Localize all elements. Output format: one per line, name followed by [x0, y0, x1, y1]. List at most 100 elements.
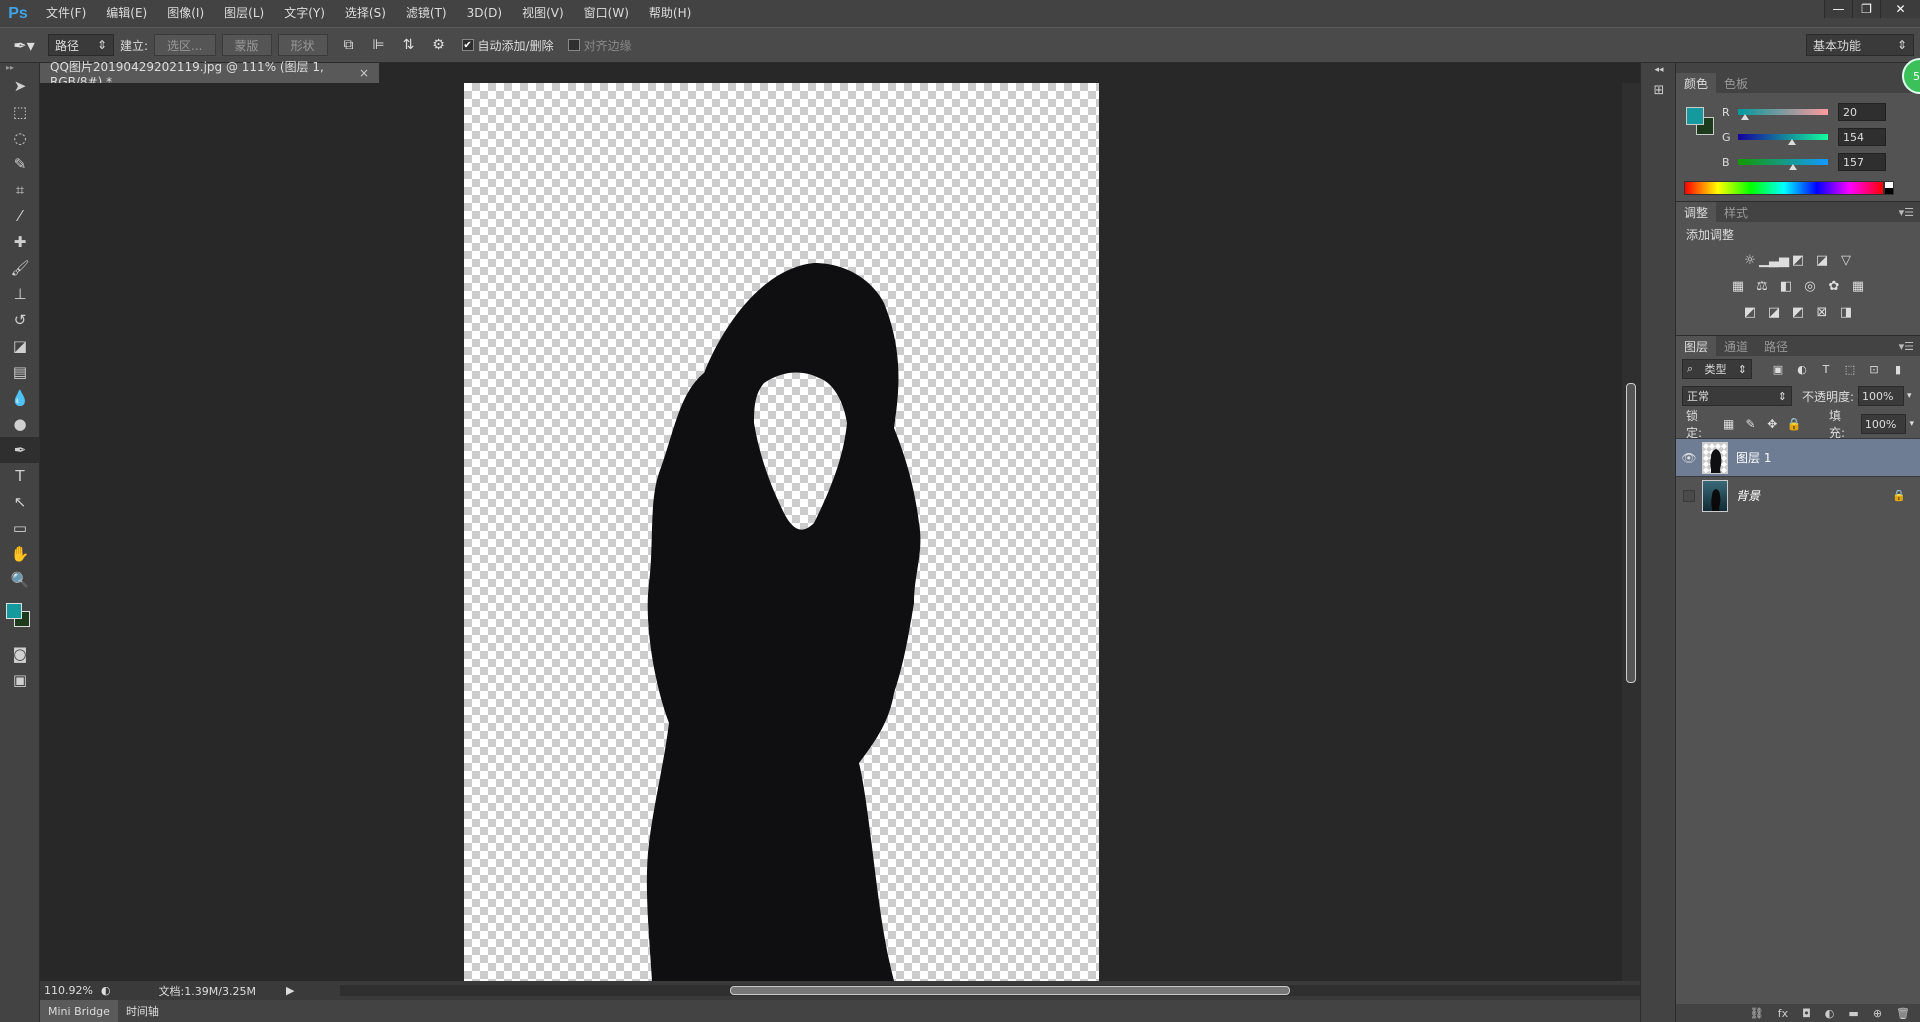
- tab-adjustments[interactable]: 调整: [1676, 202, 1717, 222]
- color-spectrum-bar[interactable]: [1684, 181, 1884, 195]
- close-button[interactable]: ✕: [1880, 0, 1920, 18]
- curves-icon[interactable]: ◩: [1786, 250, 1810, 270]
- menu-help[interactable]: 帮助(H): [639, 0, 701, 27]
- marquee-tool-icon[interactable]: ⬚: [0, 99, 40, 125]
- eraser-tool-icon[interactable]: ◪: [0, 333, 40, 359]
- filter-pixel-icon[interactable]: ▣: [1766, 363, 1790, 376]
- red-slider-knob[interactable]: [1741, 114, 1750, 120]
- vibrance-icon[interactable]: ▽: [1834, 250, 1858, 270]
- photo-filter-icon[interactable]: ◎: [1798, 276, 1822, 296]
- history-brush-tool-icon[interactable]: ↺: [0, 307, 40, 333]
- tab-swatches[interactable]: 色板: [1716, 73, 1756, 93]
- brush-tool-icon[interactable]: 🖌: [0, 255, 40, 281]
- status-menu-arrow-icon[interactable]: ▶: [286, 984, 294, 997]
- new-layer-icon[interactable]: ⊕: [1873, 1007, 1882, 1020]
- type-tool-icon[interactable]: T: [0, 463, 40, 489]
- lasso-tool-icon[interactable]: ◌: [0, 125, 40, 151]
- filter-type-icon[interactable]: T: [1814, 363, 1838, 376]
- panel-foreground-swatch[interactable]: [1686, 107, 1704, 125]
- menu-type[interactable]: 文字(Y): [274, 0, 335, 27]
- posterize-icon[interactable]: ◪: [1762, 302, 1786, 322]
- hand-tool-icon[interactable]: ✋: [0, 541, 40, 567]
- blue-slider-knob[interactable]: [1789, 164, 1798, 170]
- crop-tool-icon[interactable]: ⌗: [0, 177, 40, 203]
- clone-stamp-tool-icon[interactable]: ⊥: [0, 281, 40, 307]
- visibility-eye-icon[interactable]: 👁: [1676, 451, 1702, 465]
- red-value-input[interactable]: 20: [1838, 103, 1886, 121]
- new-group-icon[interactable]: ▬: [1848, 1007, 1858, 1020]
- make-selection-button[interactable]: 选区...: [154, 34, 216, 56]
- blend-mode-select[interactable]: 正常 ⇕: [1682, 386, 1792, 406]
- status-info-icon[interactable]: ◐: [93, 984, 119, 997]
- mini-bridge-tab[interactable]: Mini Bridge: [40, 1000, 118, 1022]
- quick-selection-tool-icon[interactable]: ✎: [0, 151, 40, 177]
- filter-shape-icon[interactable]: ⬚: [1838, 363, 1862, 376]
- green-value-input[interactable]: 154: [1838, 128, 1886, 146]
- minimize-button[interactable]: —: [1824, 0, 1852, 18]
- filter-adjustment-icon[interactable]: ◐: [1790, 363, 1814, 376]
- path-alignment-icon[interactable]: ⊫: [364, 37, 394, 53]
- levels-icon[interactable]: ▁▃▅: [1759, 250, 1789, 270]
- path-operations-icon[interactable]: ⧉: [334, 37, 364, 53]
- path-arrangement-icon[interactable]: ⇅: [394, 37, 424, 53]
- canvas-area[interactable]: [40, 83, 1640, 981]
- menu-layer[interactable]: 图层(L): [214, 0, 274, 27]
- visibility-toggle[interactable]: [1676, 489, 1702, 502]
- panel-menu-icon[interactable]: ▾☰: [1899, 340, 1920, 353]
- close-tab-icon[interactable]: ×: [359, 66, 369, 80]
- gear-icon[interactable]: ⚙: [424, 37, 454, 53]
- layer-name[interactable]: 图层 1: [1736, 449, 1771, 466]
- eyedropper-tool-icon[interactable]: ⁄: [0, 203, 40, 229]
- black-white-swatch[interactable]: [1884, 181, 1894, 195]
- auto-add-delete-checkbox[interactable]: ✔ 自动添加/删除: [461, 37, 554, 54]
- zoom-tool-icon[interactable]: 🔍: [0, 567, 40, 593]
- add-mask-icon[interactable]: ◘: [1802, 1007, 1811, 1020]
- horizontal-scroll-thumb[interactable]: [730, 986, 1290, 995]
- lock-pixels-icon[interactable]: ✎: [1740, 417, 1762, 431]
- channel-mixer-icon[interactable]: ✿: [1822, 276, 1846, 296]
- blue-slider[interactable]: [1738, 159, 1828, 170]
- hue-saturation-icon[interactable]: ▦: [1726, 276, 1750, 296]
- make-shape-button[interactable]: 形状: [277, 34, 328, 56]
- layer-style-icon[interactable]: fx: [1778, 1007, 1788, 1020]
- workspace-select[interactable]: 基本功能 ⇕: [1806, 34, 1914, 56]
- green-slider[interactable]: [1738, 134, 1828, 145]
- healing-brush-tool-icon[interactable]: ✚: [0, 229, 40, 255]
- exposure-icon[interactable]: ◪: [1810, 250, 1834, 270]
- lock-transparent-icon[interactable]: ▦: [1718, 417, 1740, 431]
- tab-layers[interactable]: 图层: [1676, 336, 1717, 356]
- restore-button[interactable]: ❐: [1852, 0, 1880, 18]
- document-canvas[interactable]: [464, 83, 1099, 981]
- make-mask-button[interactable]: 蒙版: [221, 34, 272, 56]
- menu-3d[interactable]: 3D(D): [457, 0, 512, 27]
- panel-grip-icon[interactable]: ▸▸: [0, 63, 39, 73]
- pen-mode-select[interactable]: 路径 ⇕: [48, 34, 114, 56]
- screen-mode-icon[interactable]: ▣: [0, 667, 40, 693]
- fill-input[interactable]: 100%: [1860, 414, 1907, 434]
- dodge-tool-icon[interactable]: ●: [0, 411, 40, 437]
- menu-select[interactable]: 选择(S): [335, 0, 396, 27]
- menu-file[interactable]: 文件(F): [36, 0, 96, 27]
- tab-paths[interactable]: 路径: [1756, 336, 1796, 356]
- document-tab[interactable]: QQ图片20190429202119.jpg @ 111% (图层 1, RGB…: [40, 60, 380, 89]
- collapse-icon[interactable]: ◂◂: [1641, 63, 1677, 77]
- blur-tool-icon[interactable]: 💧: [0, 385, 40, 411]
- move-tool-icon[interactable]: ➤: [0, 73, 40, 99]
- tab-styles[interactable]: 样式: [1716, 202, 1756, 222]
- color-swatches[interactable]: [0, 593, 40, 641]
- link-layers-icon[interactable]: ⛓: [1750, 1007, 1764, 1020]
- filter-smart-object-icon[interactable]: ⊡: [1862, 363, 1886, 376]
- color-balance-icon[interactable]: ⚖: [1750, 276, 1774, 296]
- selective-color-icon[interactable]: ⊠: [1810, 302, 1834, 322]
- threshold-icon[interactable]: ◩: [1786, 302, 1810, 322]
- horizontal-scrollbar[interactable]: [340, 985, 1650, 996]
- tab-color[interactable]: 颜色: [1676, 73, 1717, 93]
- pen-tool-preset-icon[interactable]: ✒▾: [0, 36, 48, 55]
- quick-mask-icon[interactable]: ◙: [0, 641, 40, 667]
- panel-menu-icon[interactable]: ▾☰: [1899, 206, 1920, 219]
- foreground-color-swatch[interactable]: [6, 603, 22, 619]
- layer-kind-select[interactable]: ⌕ 类型 ⇕: [1682, 359, 1752, 379]
- menu-window[interactable]: 窗口(W): [574, 0, 639, 27]
- invert-icon[interactable]: ◩: [1738, 302, 1762, 322]
- delete-layer-icon[interactable]: 🗑: [1896, 1007, 1910, 1020]
